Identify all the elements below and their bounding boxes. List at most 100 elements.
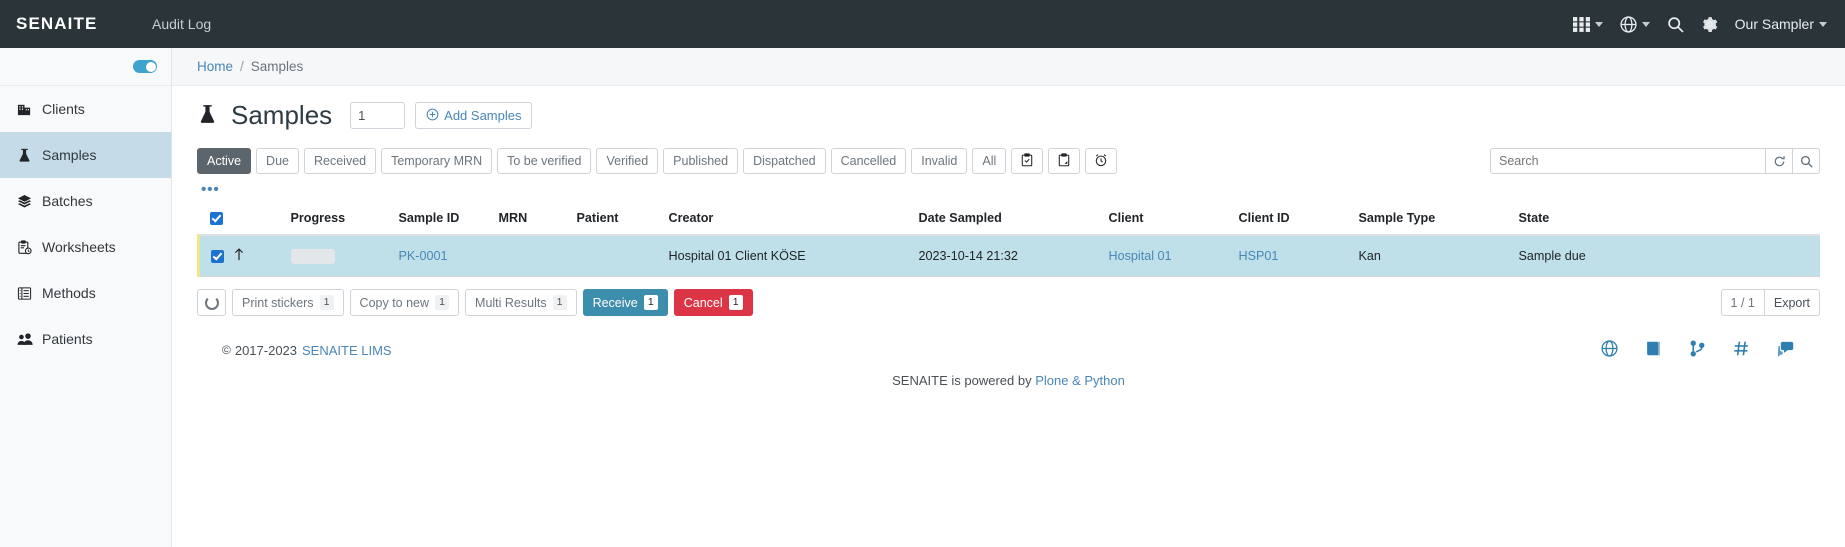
multi-results-button[interactable]: Multi Results 1 bbox=[465, 289, 577, 317]
globe-icon[interactable] bbox=[1620, 15, 1637, 33]
chevron-down-icon bbox=[1594, 21, 1603, 27]
add-samples-label: Add Samples bbox=[444, 108, 522, 123]
flask-icon bbox=[197, 103, 218, 129]
filter-tab-label: Published bbox=[673, 154, 729, 168]
filter-tab-label: All bbox=[982, 154, 997, 168]
user-menu[interactable]: Our Sampler bbox=[1735, 16, 1827, 32]
sidebar-expand-toggle[interactable] bbox=[133, 60, 157, 73]
copy-to-new-button[interactable]: Copy to new 1 bbox=[349, 289, 460, 317]
filter-tab-due[interactable]: Due bbox=[256, 148, 299, 174]
gear-icon[interactable] bbox=[1701, 16, 1718, 33]
breadcrumb-separator: / bbox=[240, 59, 244, 74]
sidebar-item-worksheets[interactable]: Worksheets bbox=[0, 224, 171, 270]
filter-tab-dispatched[interactable]: Dispatched bbox=[743, 148, 826, 174]
progress-header[interactable]: Progress bbox=[286, 203, 395, 237]
sample-count-input[interactable] bbox=[350, 102, 406, 129]
page-title: Samples bbox=[231, 100, 333, 130]
hash-icon[interactable] bbox=[1733, 340, 1750, 360]
grid-apps-icon[interactable] bbox=[1572, 16, 1590, 33]
flask-icon bbox=[16, 148, 33, 163]
filter-tab-to-be-verified[interactable]: To be verified bbox=[497, 148, 592, 174]
priority-header bbox=[228, 203, 287, 237]
client-id-link[interactable]: HSP01 bbox=[1239, 249, 1279, 263]
multi-results-label: Multi Results bbox=[475, 295, 547, 310]
alarm-clock-icon bbox=[1094, 153, 1108, 170]
print-stickers-label: Print stickers bbox=[242, 295, 314, 310]
sidebar-item-methods[interactable]: Methods bbox=[0, 270, 171, 316]
filter-tab-published[interactable]: Published bbox=[663, 148, 739, 174]
apps-menu[interactable] bbox=[1572, 16, 1603, 33]
date-sampled-header[interactable]: Date Sampled bbox=[914, 203, 1105, 237]
export-button[interactable]: Export bbox=[1763, 289, 1820, 317]
clipboard-page-icon bbox=[1057, 152, 1071, 170]
filter-tab-active[interactable]: Active bbox=[197, 148, 252, 174]
clipboard-clock-icon bbox=[16, 239, 33, 255]
row-priority-cell bbox=[228, 235, 287, 278]
people-icon bbox=[16, 332, 33, 347]
filter-tab-clipboard-page[interactable] bbox=[1048, 148, 1081, 174]
footer: © 2017-2023 SENAITE LIMS SENAITE is powe… bbox=[197, 340, 1820, 388]
cancel-label: Cancel bbox=[683, 295, 723, 310]
receive-button[interactable]: Receive 1 bbox=[582, 289, 668, 317]
mrn-header[interactable]: MRN bbox=[494, 203, 573, 237]
sidebar-item-patients[interactable]: Patients bbox=[0, 316, 171, 362]
select-all-header bbox=[198, 203, 229, 237]
filter-tab-late-samples[interactable] bbox=[1085, 148, 1118, 174]
breadcrumb-current: Samples bbox=[250, 59, 304, 74]
sample-id-link[interactable]: PK-0001 bbox=[399, 249, 448, 263]
row-checkbox[interactable] bbox=[211, 250, 224, 264]
select-all-checkbox[interactable] bbox=[209, 212, 223, 226]
sample-type-header[interactable]: Sample Type bbox=[1354, 203, 1515, 237]
filter-tab-invalid[interactable]: Invalid bbox=[911, 148, 968, 174]
filter-tab-label: To be verified bbox=[507, 154, 582, 168]
cancel-button[interactable]: Cancel 1 bbox=[673, 289, 753, 317]
search-icon[interactable] bbox=[1667, 16, 1684, 33]
sidebar-item-label: Patients bbox=[42, 331, 93, 347]
sidebar-item-label: Clients bbox=[42, 101, 85, 117]
chat-icon[interactable] bbox=[1777, 340, 1795, 360]
language-menu[interactable] bbox=[1620, 15, 1650, 33]
filter-tab-temporary-mrn[interactable]: Temporary MRN bbox=[381, 148, 493, 174]
sidebar-item-clients[interactable]: Clients bbox=[0, 86, 171, 132]
reload-icon[interactable] bbox=[1766, 148, 1793, 174]
toggle-columns-button[interactable]: ••• bbox=[201, 182, 1820, 197]
row-client-id-cell: HSP01 bbox=[1234, 235, 1355, 278]
state-header[interactable]: State bbox=[1514, 203, 1820, 237]
row-state-cell: Sample due bbox=[1514, 235, 1820, 278]
client-header[interactable]: Client bbox=[1104, 203, 1235, 237]
loading-ring-icon[interactable] bbox=[197, 289, 226, 317]
filter-tab-all[interactable]: All bbox=[972, 148, 1007, 174]
sample-id-header[interactable]: Sample ID bbox=[394, 203, 495, 237]
search-input[interactable] bbox=[1490, 148, 1766, 174]
filter-tab-verified[interactable]: Verified bbox=[596, 148, 659, 174]
row-progress-cell bbox=[286, 235, 395, 278]
patient-header[interactable]: Patient bbox=[572, 203, 665, 237]
sidebar-item-samples[interactable]: Samples bbox=[0, 132, 171, 178]
book-icon[interactable] bbox=[1645, 340, 1662, 360]
audit-log-link[interactable]: Audit Log bbox=[152, 16, 211, 32]
search-submit-icon[interactable] bbox=[1793, 148, 1820, 174]
print-stickers-button[interactable]: Print stickers 1 bbox=[232, 289, 344, 317]
sidebar-item-label: Samples bbox=[42, 147, 97, 163]
list-checklist-icon bbox=[16, 286, 33, 301]
breadcrumb-home-link[interactable]: Home bbox=[197, 59, 233, 74]
senaite-logo[interactable]: SENAITE bbox=[16, 14, 152, 34]
client-id-header[interactable]: Client ID bbox=[1234, 203, 1355, 237]
git-branch-icon[interactable] bbox=[1689, 340, 1706, 360]
creator-header[interactable]: Creator bbox=[664, 203, 915, 237]
senaite-lims-link[interactable]: SENAITE LIMS bbox=[302, 343, 392, 358]
table-header-row: Progress Sample ID MRN Patient Creator D… bbox=[198, 203, 1820, 237]
filter-tab-cancelled[interactable]: Cancelled bbox=[830, 148, 907, 174]
filter-tab-received[interactable]: Received bbox=[303, 148, 377, 174]
filter-tab-label: Received bbox=[313, 154, 367, 168]
page-count-label: 1 / 1 bbox=[1720, 289, 1764, 317]
add-samples-button[interactable]: Add Samples bbox=[415, 102, 533, 129]
table-header: Progress Sample ID MRN Patient Creator D… bbox=[198, 203, 1820, 237]
plone-python-link[interactable]: Plone & Python bbox=[1035, 373, 1125, 388]
globe-icon[interactable] bbox=[1601, 340, 1618, 360]
table-row[interactable]: PK-0001 Hospital 01 Client KÖSE 2023-10-… bbox=[197, 235, 1820, 278]
samples-table: Progress Sample ID MRN Patient Creator D… bbox=[197, 203, 1820, 278]
sidebar-item-batches[interactable]: Batches bbox=[0, 178, 171, 224]
filter-tab-clipboard-check[interactable] bbox=[1011, 148, 1044, 174]
client-link[interactable]: Hospital 01 bbox=[1109, 249, 1172, 263]
